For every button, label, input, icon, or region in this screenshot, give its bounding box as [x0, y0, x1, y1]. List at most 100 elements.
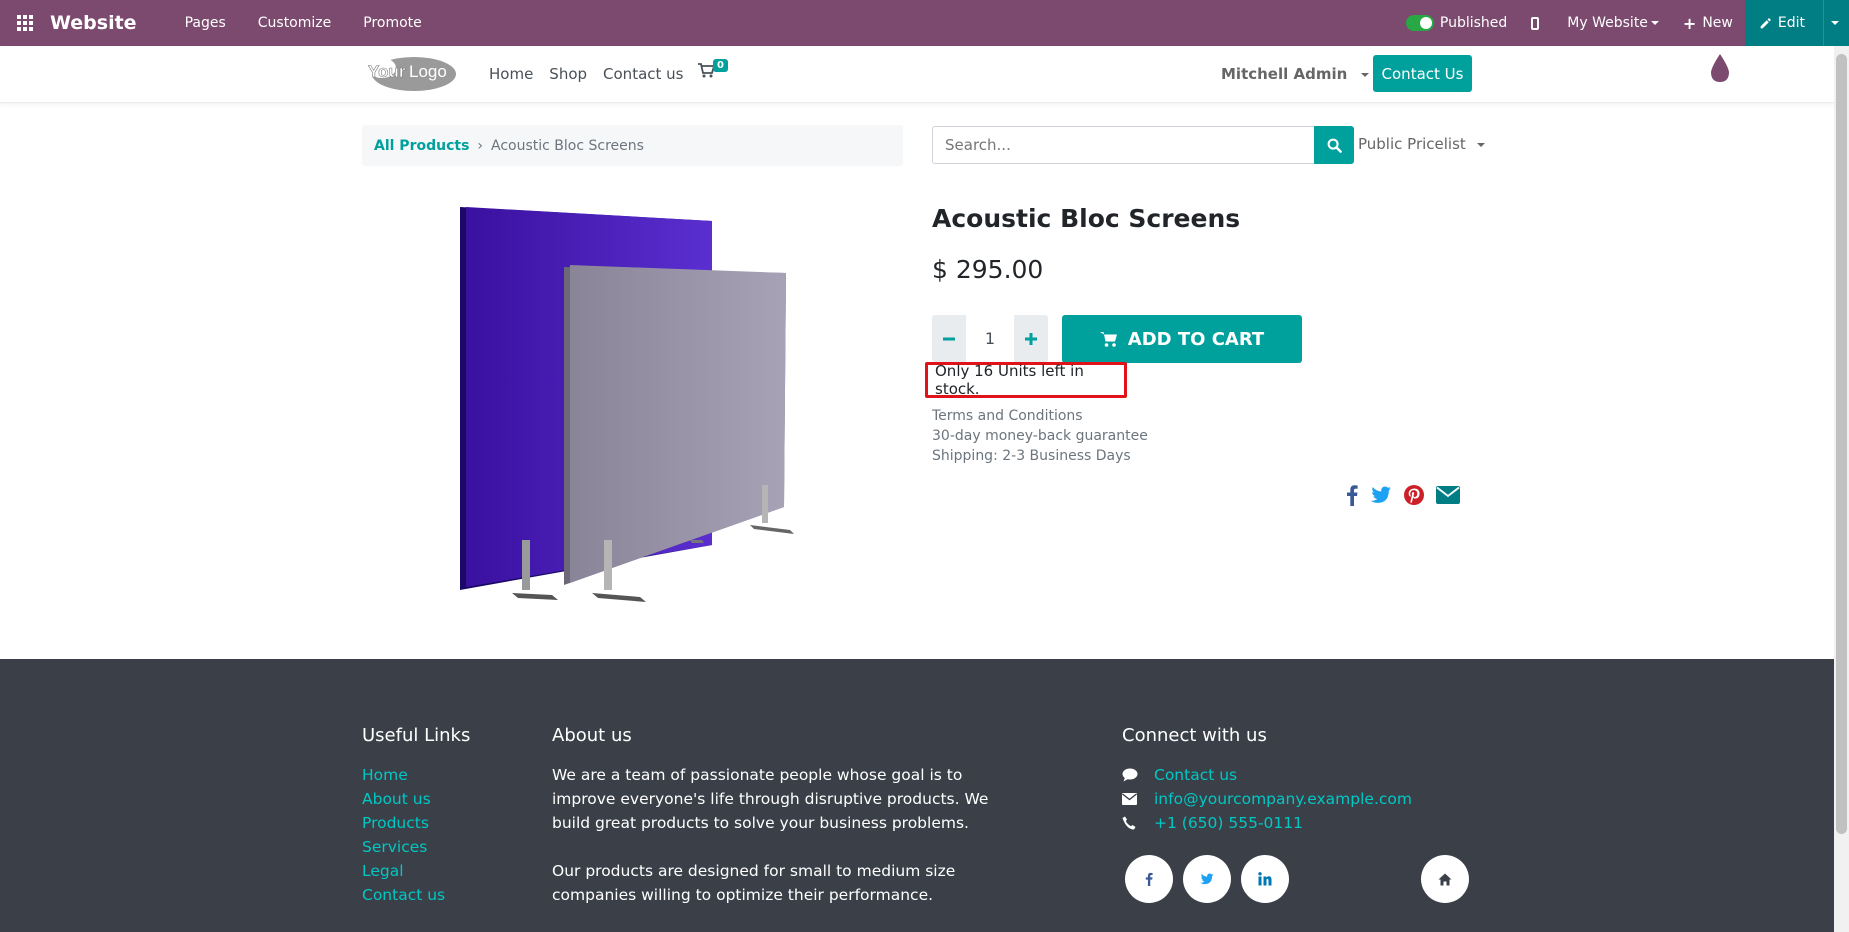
topbar-nav: Pages Customize Promote: [169, 15, 438, 31]
search-input[interactable]: [932, 126, 1314, 164]
about-us-text: We are a team of passionate people whose…: [552, 763, 1002, 907]
pencil-icon: [1760, 17, 1771, 28]
quantity-input[interactable]: [966, 315, 1014, 362]
apps-menu-button[interactable]: [0, 0, 50, 46]
envelope-icon[interactable]: [1436, 486, 1460, 504]
edit-label: Edit: [1777, 15, 1805, 31]
product-price: $ 295.00: [932, 255, 1044, 284]
apps-grid-icon: [17, 15, 33, 31]
caret-down-icon: [1360, 72, 1369, 77]
edit-dropdown-toggle[interactable]: [1823, 0, 1849, 46]
product-search: [932, 126, 1354, 164]
pages-menu[interactable]: Pages: [169, 15, 242, 31]
footer-twitter-button[interactable]: [1183, 855, 1231, 903]
scrollbar-thumb[interactable]: [1836, 54, 1847, 834]
shopping-cart-icon: [698, 63, 716, 78]
caret-down-icon: [1476, 142, 1485, 147]
about-paragraph-2: Our products are designed for small to m…: [552, 862, 956, 904]
footer-link-services[interactable]: Services: [362, 835, 445, 859]
toggle-switch-icon: [1405, 15, 1434, 31]
add-to-cart-button[interactable]: ADD TO CART: [1062, 315, 1302, 363]
new-content-button[interactable]: + New: [1671, 0, 1745, 46]
pinterest-icon[interactable]: [1404, 485, 1424, 505]
footer-link-home[interactable]: Home: [362, 763, 445, 787]
breadcrumb: All Products › Acoustic Bloc Screens: [362, 125, 903, 166]
useful-links-list: Home About us Products Services Legal Co…: [362, 763, 445, 907]
user-menu[interactable]: Mitchell Admin: [1221, 65, 1369, 83]
nav-contact-us[interactable]: Contact us: [603, 65, 683, 83]
breadcrumb-all-products[interactable]: All Products: [374, 138, 469, 154]
new-label: New: [1702, 15, 1733, 31]
quantity-stepper: [932, 315, 1048, 362]
edit-button[interactable]: Edit: [1744, 0, 1823, 46]
footer-phone-link[interactable]: +1 (650) 555-0111: [1154, 811, 1303, 835]
useful-links-title: Useful Links: [362, 725, 471, 746]
quantity-increase-button[interactable]: [1014, 315, 1048, 362]
cart-count-badge: 0: [713, 59, 728, 72]
footer-home-button[interactable]: [1421, 855, 1469, 903]
shopping-cart-icon: [1099, 332, 1117, 347]
plus-icon: +: [1682, 13, 1697, 33]
drop-icon: [1711, 54, 1729, 82]
envelope-icon: [1122, 793, 1154, 805]
nav-home[interactable]: Home: [489, 65, 533, 83]
footer-email-link[interactable]: info@yourcompany.example.com: [1154, 787, 1412, 811]
user-name: Mitchell Admin: [1221, 65, 1348, 83]
connect-email-row: info@yourcompany.example.com: [1122, 787, 1412, 811]
footer-link-about-us[interactable]: About us: [362, 787, 445, 811]
published-toggle[interactable]: Published: [1394, 0, 1519, 46]
page-scrollbar[interactable]: [1834, 46, 1849, 932]
topbar-right: Published My Website + New Edit: [1394, 0, 1849, 46]
caret-down-icon: [1831, 21, 1839, 25]
your-logo-icon: Your Logo: [368, 57, 456, 91]
connect-title: Connect with us: [1122, 725, 1267, 746]
facebook-icon[interactable]: [1346, 484, 1358, 506]
site-logo[interactable]: Your Logo: [362, 54, 457, 94]
product-image[interactable]: [440, 195, 820, 615]
pricelist-dropdown[interactable]: Public Pricelist: [1358, 135, 1485, 153]
add-to-cart-label: ADD TO CART: [1127, 328, 1265, 350]
site-nav: Home Shop Contact us: [489, 65, 683, 83]
shipping-text: Shipping: 2-3 Business Days: [932, 448, 1131, 464]
customize-menu[interactable]: Customize: [242, 15, 348, 31]
breadcrumb-current: Acoustic Bloc Screens: [491, 137, 644, 154]
promote-menu[interactable]: Promote: [347, 15, 438, 31]
plus-icon: [1025, 332, 1037, 345]
pricelist-label: Public Pricelist: [1358, 135, 1466, 153]
mobile-icon: [1531, 16, 1540, 30]
footer-link-contact-us[interactable]: Contact us: [362, 883, 445, 907]
website-topbar: Website Pages Customize Promote Publishe…: [0, 0, 1849, 46]
website-switcher[interactable]: My Website: [1555, 0, 1671, 46]
contact-us-button[interactable]: Contact Us: [1373, 55, 1472, 92]
connect-phone-row: +1 (650) 555-0111: [1122, 811, 1412, 835]
chevron-right-icon: ›: [477, 137, 484, 154]
stock-availability-message: Only 16 Units left in stock.: [925, 362, 1127, 398]
footer-link-legal[interactable]: Legal: [362, 859, 445, 883]
linkedin-icon: [1258, 872, 1272, 886]
footer-contact-link[interactable]: Contact us: [1154, 763, 1237, 787]
footer-linkedin-button[interactable]: [1241, 855, 1289, 903]
footer-facebook-button[interactable]: [1125, 855, 1173, 903]
twitter-icon[interactable]: [1370, 486, 1392, 504]
comment-icon: [1122, 768, 1154, 782]
phone-icon: [1122, 816, 1154, 830]
nav-shop[interactable]: Shop: [549, 65, 587, 83]
twitter-icon: [1200, 873, 1214, 885]
mobile-preview-button[interactable]: [1519, 0, 1555, 46]
terms-and-conditions-link[interactable]: Terms and Conditions: [932, 406, 1148, 426]
caret-down-icon: [1650, 21, 1659, 25]
footer-link-products[interactable]: Products: [362, 811, 445, 835]
minus-icon: [943, 337, 955, 340]
search-icon: [1327, 138, 1342, 153]
app-brand[interactable]: Website: [50, 12, 137, 34]
cart-link[interactable]: 0: [698, 59, 728, 82]
acoustic-screens-image: [460, 207, 794, 602]
about-paragraph-1: We are a team of passionate people whose…: [552, 766, 989, 832]
theme-drop-button[interactable]: [1708, 52, 1732, 88]
published-label: Published: [1439, 15, 1508, 31]
product-name: Acoustic Bloc Screens: [932, 204, 1241, 233]
about-us-title: About us: [552, 725, 632, 746]
quantity-decrease-button[interactable]: [932, 315, 966, 362]
search-button[interactable]: [1314, 126, 1354, 164]
svg-text:Your: Your: [368, 62, 406, 81]
